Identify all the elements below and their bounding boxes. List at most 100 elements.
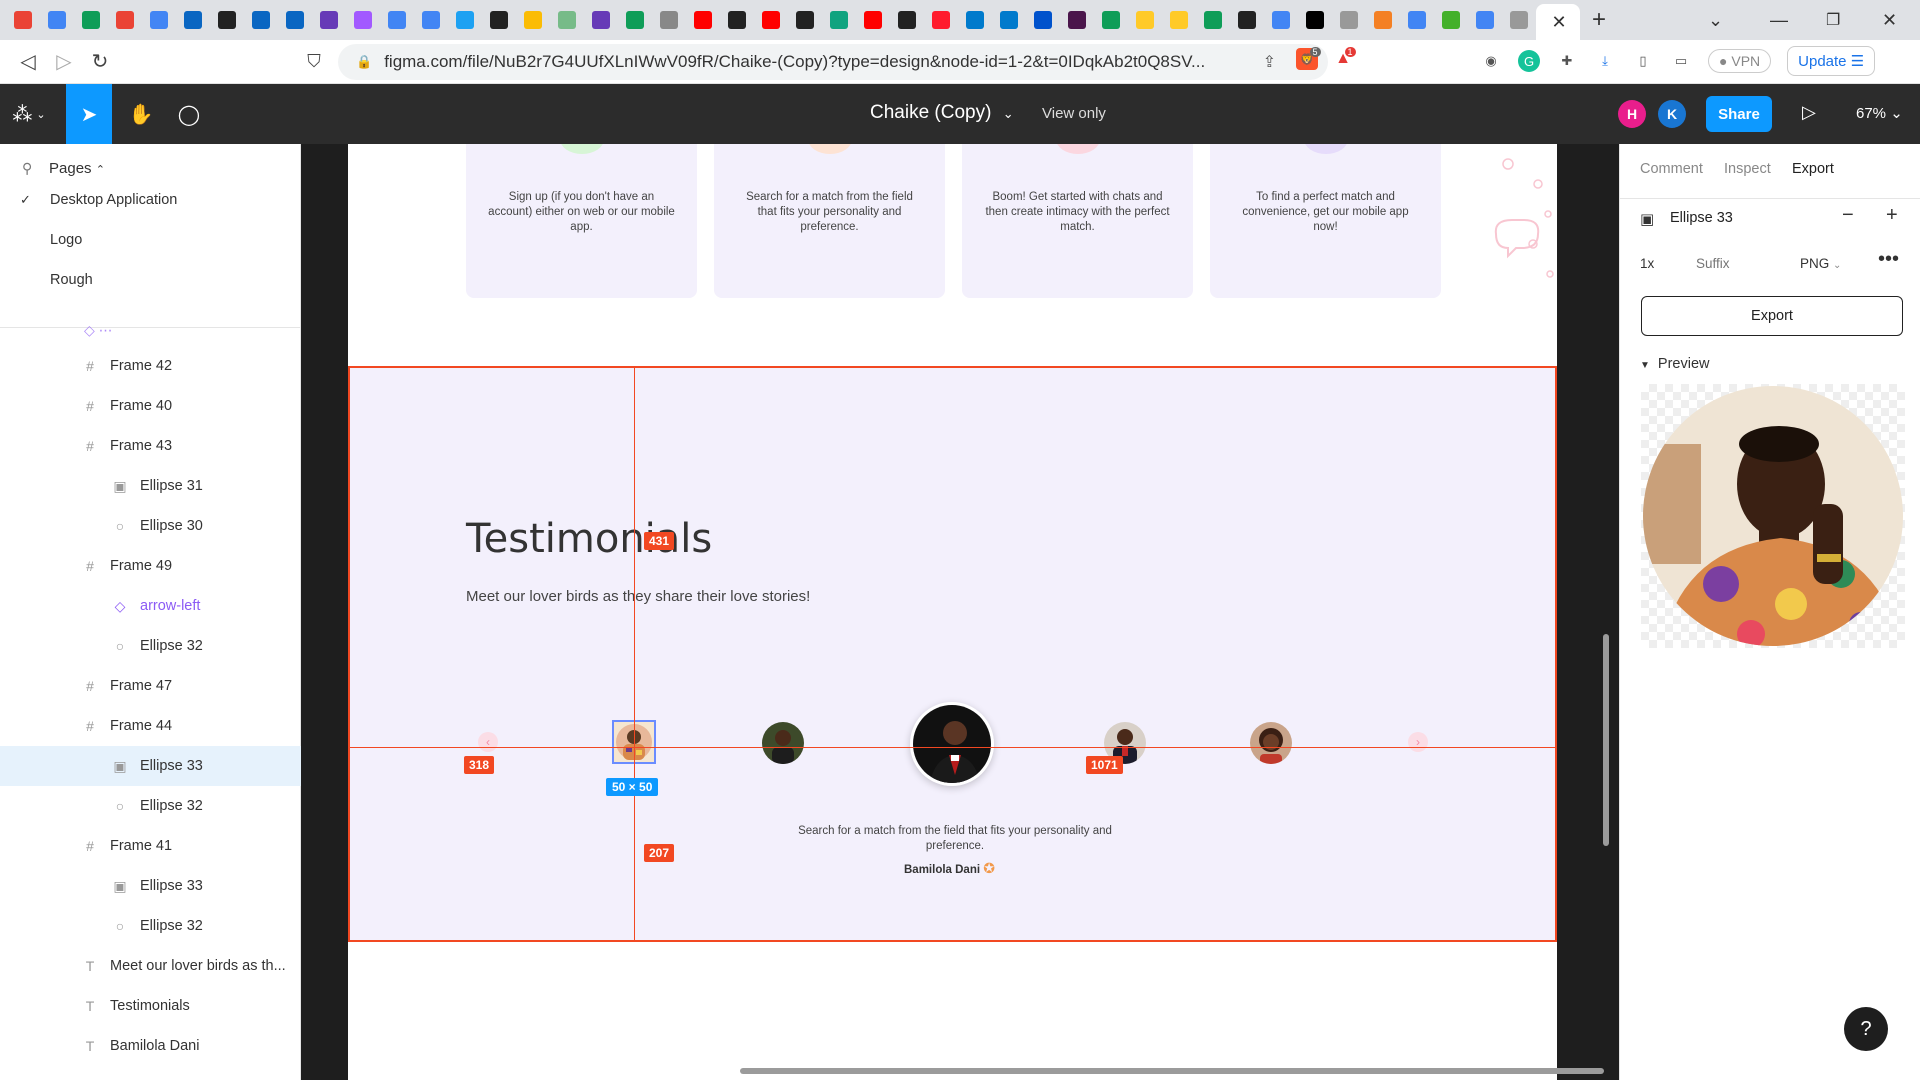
browser-tab[interactable] <box>74 4 108 36</box>
tab-export[interactable]: Export <box>1792 161 1834 177</box>
layer-row[interactable]: ▣ Ellipse 33 <box>0 866 301 906</box>
layer-row[interactable]: T Testimonials <box>0 986 301 1026</box>
browser-tab[interactable] <box>40 4 74 36</box>
layer-row[interactable]: # Frame 43 <box>0 426 301 466</box>
layer-row[interactable]: # Frame 44 <box>0 706 301 746</box>
arrow-right-icon[interactable]: › <box>1408 732 1428 752</box>
browser-tab[interactable] <box>1366 4 1400 36</box>
browser-tab[interactable] <box>380 4 414 36</box>
browser-tab[interactable] <box>516 4 550 36</box>
browser-tab[interactable] <box>992 4 1026 36</box>
browser-tab[interactable] <box>856 4 890 36</box>
layer-row[interactable]: ○ Ellipse 30 <box>0 506 301 546</box>
browser-tab[interactable] <box>1468 4 1502 36</box>
vertical-scrollbar[interactable] <box>1603 634 1609 846</box>
browser-tab[interactable] <box>618 4 652 36</box>
browser-tab[interactable] <box>1060 4 1094 36</box>
browser-tab[interactable] <box>312 4 346 36</box>
browser-tab[interactable] <box>1298 4 1332 36</box>
testimonial-avatar[interactable] <box>762 722 804 764</box>
testimonials-title[interactable]: Testimonials <box>466 516 712 562</box>
horizontal-scrollbar[interactable] <box>740 1068 1604 1074</box>
minimize-icon[interactable]: — <box>1770 0 1788 40</box>
vpn-button[interactable]: ● VPN <box>1708 49 1772 73</box>
browser-tab[interactable] <box>1400 4 1434 36</box>
browser-tab[interactable] <box>822 4 856 36</box>
browser-tab[interactable] <box>720 4 754 36</box>
layer-row[interactable]: ○ Ellipse 32 <box>0 626 301 666</box>
share-page-icon[interactable]: ⇪ <box>1263 52 1276 72</box>
layer-row[interactable]: # Frame 40 <box>0 386 301 426</box>
testimonial-quote[interactable]: Search for a match from the field that f… <box>790 824 1120 854</box>
browser-tab[interactable] <box>210 4 244 36</box>
preview-toggle[interactable]: ▼ Preview <box>1640 356 1709 372</box>
layer-row[interactable]: # Frame 41 <box>0 826 301 866</box>
collaborator-avatar[interactable]: H <box>1618 100 1646 128</box>
browser-tab[interactable] <box>1332 4 1366 36</box>
browser-tab[interactable] <box>1128 4 1162 36</box>
browser-tab[interactable] <box>890 4 924 36</box>
export-scale[interactable]: 1x <box>1640 256 1654 271</box>
tab-search-icon[interactable]: ⌄ <box>1708 0 1723 40</box>
bookmark-icon[interactable]: ⛉ <box>296 51 332 72</box>
layer-row[interactable]: # Frame 49 <box>0 546 301 586</box>
add-export-icon[interactable]: + <box>1886 204 1898 227</box>
extensions-icon[interactable]: ✚ <box>1556 50 1578 72</box>
camera-icon[interactable]: ◉ <box>1480 50 1502 72</box>
browser-tab[interactable] <box>482 4 516 36</box>
layer-row[interactable]: ○ Ellipse 32 <box>0 906 301 946</box>
brave-rewards-icon[interactable]: ▲ 1 <box>1332 47 1356 70</box>
layer-row[interactable]: # Frame 42 <box>0 346 301 386</box>
download-icon[interactable]: ⤓ <box>1594 50 1616 72</box>
hand-tool-icon[interactable]: ✋ <box>116 84 166 144</box>
forward-icon[interactable]: ▷ <box>46 49 82 74</box>
pages-header[interactable]: Pages ⌃ <box>49 160 105 177</box>
present-play-icon[interactable]: ▷ <box>1802 102 1816 123</box>
browser-tab[interactable] <box>1502 4 1536 36</box>
page-item[interactable]: ✓ Desktop Application <box>20 192 177 208</box>
page-item[interactable]: Logo <box>50 232 82 248</box>
move-tool-icon[interactable]: ➤ <box>66 84 112 144</box>
share-button[interactable]: Share <box>1706 96 1772 132</box>
layer-row[interactable]: T Meet our lover birds as th... <box>0 946 301 986</box>
maximize-icon[interactable]: ❐ <box>1826 0 1840 40</box>
browser-tab[interactable] <box>1026 4 1060 36</box>
browser-tab[interactable] <box>788 4 822 36</box>
new-tab-icon[interactable]: + <box>1592 6 1606 34</box>
export-button[interactable]: Export <box>1641 296 1903 336</box>
update-button[interactable]: Update ☰ <box>1787 46 1876 76</box>
browser-tab[interactable] <box>1162 4 1196 36</box>
browser-tab[interactable] <box>550 4 584 36</box>
close-window-icon[interactable]: ✕ <box>1882 0 1897 40</box>
browser-tab[interactable] <box>1230 4 1264 36</box>
step-card[interactable]: Boom! Get started with chats and then cr… <box>962 144 1193 298</box>
browser-tab[interactable] <box>414 4 448 36</box>
testimonial-avatar[interactable] <box>1250 722 1292 764</box>
remove-export-icon[interactable]: − <box>1842 204 1854 227</box>
browser-tab[interactable] <box>1264 4 1298 36</box>
step-card[interactable]: Search for a match from the field that f… <box>714 144 945 298</box>
layer-row[interactable]: # Frame 47 <box>0 666 301 706</box>
browser-tab[interactable] <box>958 4 992 36</box>
collaborator-avatar[interactable]: K <box>1658 100 1686 128</box>
testimonial-avatar-featured[interactable] <box>910 702 994 786</box>
browser-tab[interactable] <box>584 4 618 36</box>
testimonials-frame[interactable]: Testimonials Meet our lover birds as the… <box>348 366 1557 942</box>
browser-tab[interactable] <box>924 4 958 36</box>
brave-shield-icon[interactable]: 🦁 5 <box>1296 47 1321 70</box>
search-icon[interactable]: ⚲ <box>22 160 32 177</box>
tab-comment[interactable]: Comment <box>1640 161 1703 177</box>
file-title[interactable]: Chaike (Copy) ⌄ <box>870 102 1014 124</box>
tab-inspect[interactable]: Inspect <box>1724 161 1771 177</box>
browser-tab[interactable] <box>6 4 40 36</box>
layer-row[interactable]: ○ Ellipse 32 <box>0 786 301 826</box>
testimonials-subtitle[interactable]: Meet our lover birds as they share their… <box>466 588 810 605</box>
browser-tab[interactable] <box>278 4 312 36</box>
help-button[interactable]: ? <box>1844 1007 1888 1051</box>
close-tab-icon[interactable]: ✕ <box>1551 12 1566 33</box>
layer-row[interactable]: ◇ arrow-left <box>0 586 301 626</box>
browser-tab[interactable] <box>108 4 142 36</box>
layer-row[interactable]: ▣ Ellipse 33 <box>0 746 301 786</box>
artboard-desktop[interactable]: Sign up (if you don't have an account) e… <box>348 144 1557 1080</box>
back-icon[interactable]: ◁ <box>10 49 46 74</box>
